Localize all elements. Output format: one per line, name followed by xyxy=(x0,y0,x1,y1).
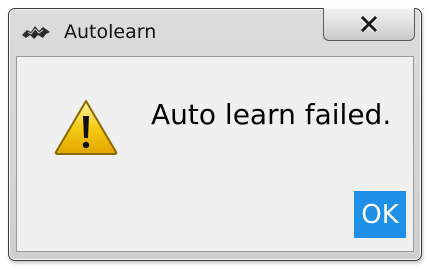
dialog-window: Autolearn Auto learn failed. OK xyxy=(8,8,422,261)
ok-button[interactable]: OK xyxy=(354,191,406,238)
close-icon xyxy=(361,16,377,32)
warning-icon xyxy=(54,100,118,155)
close-button[interactable] xyxy=(323,8,415,41)
window-title: Autolearn xyxy=(64,21,157,43)
dialog-content: Auto learn failed. OK xyxy=(16,56,414,252)
error-message: Auto learn failed. xyxy=(151,98,392,131)
title-bar[interactable]: Autolearn xyxy=(9,8,421,53)
app-icon xyxy=(22,26,50,39)
